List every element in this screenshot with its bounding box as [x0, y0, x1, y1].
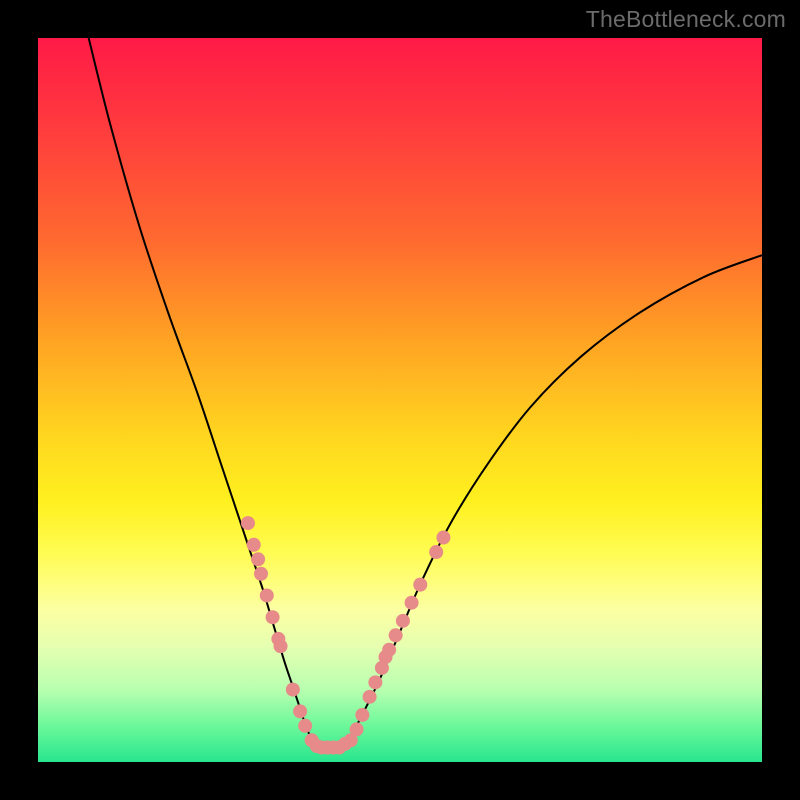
data-point — [251, 552, 265, 566]
data-point — [286, 683, 300, 697]
data-point — [355, 708, 369, 722]
data-point — [254, 567, 268, 581]
data-point — [350, 722, 364, 736]
chart-frame: TheBottleneck.com — [0, 0, 800, 800]
data-point — [293, 704, 307, 718]
bottleneck-curve — [89, 38, 762, 748]
plot-area — [38, 38, 762, 762]
data-point — [405, 596, 419, 610]
data-point — [436, 531, 450, 545]
data-point — [241, 516, 255, 530]
data-point — [260, 588, 274, 602]
watermark-text: TheBottleneck.com — [586, 6, 786, 33]
data-point — [266, 610, 280, 624]
data-point — [247, 538, 261, 552]
chart-svg — [38, 38, 762, 762]
data-point — [389, 628, 403, 642]
data-point — [298, 719, 312, 733]
data-point — [429, 545, 443, 559]
data-point — [413, 578, 427, 592]
data-point — [274, 639, 288, 653]
data-markers — [241, 516, 450, 754]
data-point — [382, 643, 396, 657]
data-point — [396, 614, 410, 628]
data-point — [368, 675, 382, 689]
data-point — [363, 690, 377, 704]
